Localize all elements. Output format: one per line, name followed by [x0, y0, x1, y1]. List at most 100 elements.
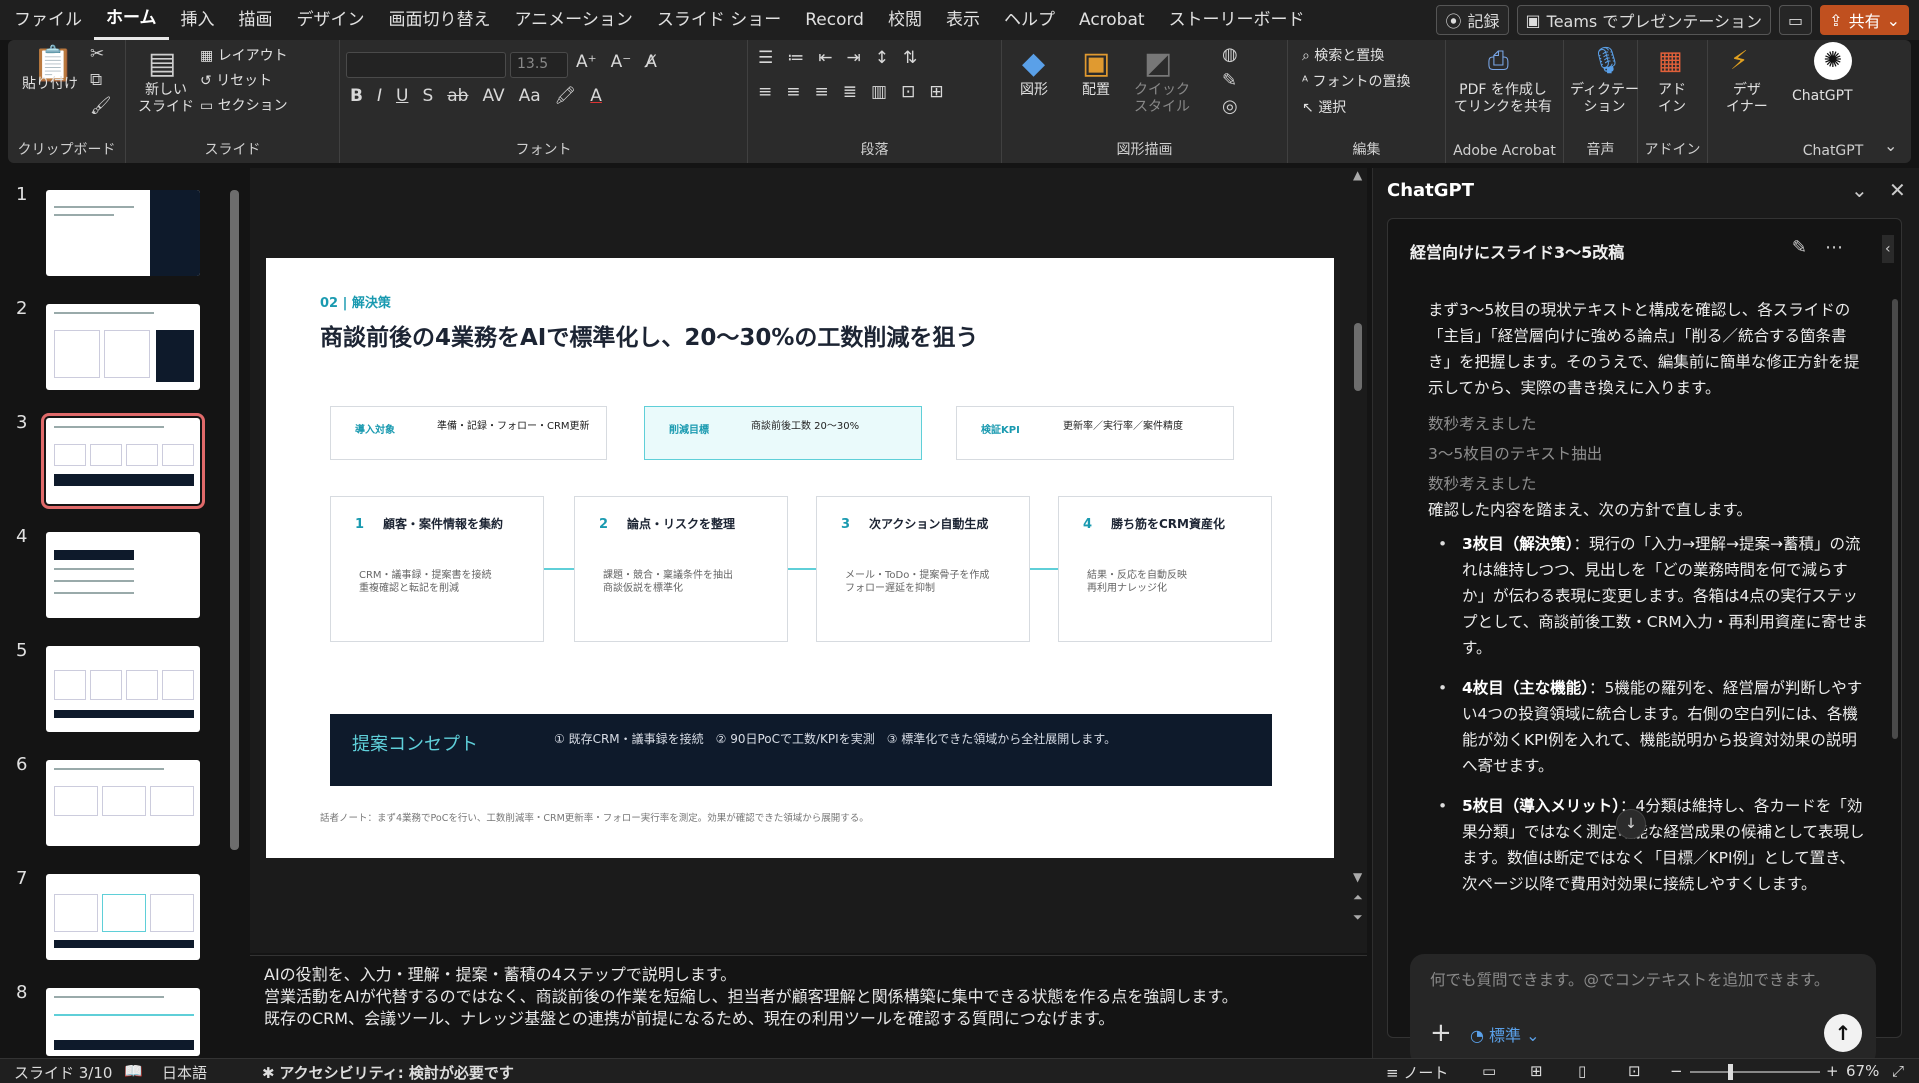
mode-select[interactable]: ◔ 標準 ⌄ [1470, 1022, 1540, 1046]
teams-present-button[interactable]: ▣ Teams でプレゼンテーション [1516, 5, 1772, 35]
menu-storyboard[interactable]: ストーリーボード [1157, 0, 1317, 40]
close-icon[interactable]: ✕ [1889, 178, 1906, 202]
font-size-select[interactable]: 13.5 [510, 52, 568, 78]
increase-indent-icon[interactable]: ⇥ [847, 48, 861, 68]
designer-button[interactable]: デザ イナー [1726, 82, 1768, 116]
slide-thumbnail-2[interactable] [46, 304, 200, 390]
arrange-button[interactable]: 配置 [1082, 82, 1110, 99]
step-card-4[interactable]: 4 勝ち筋をCRM資産化 結果・反応を自動反映 再利用ナレッジ化 [1058, 496, 1272, 642]
slide-thumbnail-8[interactable] [46, 988, 200, 1056]
thinking-status[interactable]: 3〜5枚目のテキスト抽出 [1428, 441, 1868, 467]
zoom-out-icon[interactable]: − [1670, 1062, 1683, 1080]
normal-view-icon[interactable]: ▭ [1482, 1062, 1496, 1080]
layout-button[interactable]: ▦ レイアウト [200, 48, 288, 65]
align-left-icon[interactable]: ≡ [758, 82, 772, 102]
shape-fill-icon[interactable]: ◍ [1222, 44, 1238, 65]
kpi-box-target[interactable]: 導入対象 準備・記録・フォロー・CRM更新 [330, 406, 607, 460]
shape-effects-icon[interactable]: ◎ [1222, 96, 1238, 117]
slide[interactable]: 02 | 解決策 商談前後の4業務をAIで標準化し、20〜30%の工数削減を狙う… [266, 258, 1334, 858]
zoom-slider-thumb[interactable] [1728, 1064, 1733, 1080]
slide-thumbnail-1[interactable] [46, 190, 200, 276]
menu-insert[interactable]: 挿入 [169, 0, 227, 40]
add-icon[interactable]: + [1430, 1018, 1452, 1048]
char-spacing-icon[interactable]: AV [482, 86, 504, 106]
justify-icon[interactable]: ≣ [843, 82, 857, 102]
align-right-icon[interactable]: ≡ [815, 82, 829, 102]
menu-transitions[interactable]: 画面切り替え [377, 0, 503, 40]
send-button[interactable]: ↑ [1824, 1014, 1862, 1052]
chevron-down-icon[interactable]: ⌄ [1851, 178, 1868, 202]
accessibility-button[interactable]: ✱ アクセシビリティ: 検討が必要です [262, 1062, 514, 1083]
reset-button[interactable]: ↺ リセット [200, 73, 272, 90]
menu-draw[interactable]: 描画 [227, 0, 285, 40]
clear-format-icon[interactable]: A̸ [645, 52, 657, 72]
slide-sorter-icon[interactable]: ⊞ [1530, 1062, 1543, 1080]
dictation-button[interactable]: ディクテー ション [1570, 82, 1639, 116]
copy-icon[interactable]: ⧉ [90, 70, 102, 90]
smartart-icon[interactable]: ⊞ [929, 82, 943, 102]
columns-icon[interactable]: ▥ [871, 82, 887, 102]
step-card-2[interactable]: 2 論点・リスクを整理 課題・競合・稟議条件を抽出 商談仮説を標準化 [574, 496, 788, 642]
next-slide-icon[interactable]: ⏷ [1353, 910, 1363, 925]
section-button[interactable]: ▭ セクション [200, 98, 288, 115]
edit-icon[interactable]: ✎ [1792, 237, 1807, 258]
zoom-in-icon[interactable]: + [1826, 1062, 1839, 1080]
chat-scrollbar[interactable] [1892, 299, 1898, 739]
notes-toggle[interactable]: ≡ ノート [1386, 1062, 1448, 1083]
align-text-icon[interactable]: ⊡ [901, 82, 915, 102]
quick-style-button[interactable]: クイック スタイル [1134, 82, 1190, 116]
spellcheck-icon[interactable]: 📖 [124, 1062, 143, 1080]
italic-icon[interactable]: I [377, 86, 382, 106]
thumbnails-scrollbar[interactable] [230, 190, 239, 850]
step-card-1[interactable]: 1 顧客・案件情報を集約 CRM・議事録・提案書を接続 重複確認と転記を削減 [330, 496, 544, 642]
thinking-status[interactable]: 数秒考えました [1428, 471, 1868, 497]
menu-view[interactable]: 表示 [934, 0, 992, 40]
line-spacing-icon[interactable]: ↕ [875, 48, 889, 68]
font-color-icon[interactable]: A [590, 86, 602, 106]
numbering-icon[interactable]: ≔ [787, 48, 804, 68]
bullets-icon[interactable]: ☰ [758, 48, 773, 68]
chevron-left-icon[interactable]: ‹ [1882, 235, 1894, 263]
scroll-up-icon[interactable]: ▲ [1353, 168, 1362, 182]
kpi-box-goal[interactable]: 削減目標 商談前後工数 20〜30% [644, 406, 922, 460]
slide-speaker-note[interactable]: 話者ノート：まず4業務でPoCを行い、工数削減率・CRM更新率・フォロー実行率を… [320, 810, 869, 824]
shape-outline-icon[interactable]: ✎ [1222, 70, 1237, 91]
find-replace-button[interactable]: ⌕ 検索と置換 [1302, 48, 1384, 65]
slide-thumbnail-7[interactable] [46, 874, 200, 960]
kpi-box-metrics[interactable]: 検証KPI 更新率／実行率／案件精度 [956, 406, 1234, 460]
chat-input-box[interactable]: 何でも質問できます。@でコンテキストを追加できます。 + ◔ 標準 ⌄ ↑ [1410, 954, 1876, 1066]
cut-icon[interactable]: ✂ [90, 44, 104, 64]
step-card-3[interactable]: 3 次アクション自動生成 メール・ToDo・提案骨子を作成 フォロー遅延を抑制 [816, 496, 1030, 642]
menu-review[interactable]: 校閲 [876, 0, 934, 40]
strikethrough-icon[interactable]: ab [447, 86, 468, 106]
create-pdf-button[interactable]: PDF を作成し てリンクを共有 [1454, 82, 1552, 116]
record-button[interactable]: ⦿ 記録 [1436, 5, 1509, 35]
shadow-icon[interactable]: S [422, 86, 433, 106]
menu-animations[interactable]: アニメーション [503, 0, 645, 40]
notes-pane[interactable]: AIの役割を、入力・理解・提案・蓄積の4ステップで説明します。 営業活動をAIが… [250, 955, 1367, 1058]
select-button[interactable]: ↖ 選択 [1302, 100, 1346, 117]
align-center-icon[interactable]: ≡ [786, 82, 800, 102]
menu-slideshow[interactable]: スライド ショー [645, 0, 793, 40]
menu-acrobat[interactable]: Acrobat [1067, 0, 1157, 40]
shapes-button[interactable]: 図形 [1020, 82, 1048, 99]
new-slide-button[interactable]: 新しい スライド [138, 82, 194, 116]
underline-icon[interactable]: U [396, 86, 408, 106]
menu-home[interactable]: ホーム [94, 0, 169, 40]
slide-thumbnail-6[interactable] [46, 760, 200, 846]
concept-banner[interactable]: 提案コンセプト ① 既存CRM・議事録を接続 ② 90日PoCで工数/KPIを実… [330, 714, 1272, 786]
zoom-level[interactable]: 67% [1846, 1062, 1879, 1080]
fit-to-window-icon[interactable]: ⤢ [1892, 1062, 1904, 1080]
font-name-select[interactable] [346, 52, 506, 78]
chatgpt-button[interactable]: ChatGPT [1792, 88, 1853, 105]
thinking-status[interactable]: 数秒考えました [1428, 411, 1868, 437]
text-direction-icon[interactable]: ⇅ [903, 48, 917, 68]
slide-thumbnail-5[interactable] [46, 646, 200, 732]
menu-design[interactable]: デザイン [285, 0, 377, 40]
scroll-down-icon[interactable]: ▼ [1353, 870, 1362, 884]
format-painter-icon[interactable]: 🖌 [90, 96, 112, 116]
slide-thumbnail-3[interactable] [41, 413, 205, 509]
menu-file[interactable]: ファイル [2, 0, 94, 40]
slide-thumbnail-4[interactable] [46, 532, 200, 618]
ribbon-collapse-icon[interactable]: ⌄ [1884, 136, 1897, 155]
